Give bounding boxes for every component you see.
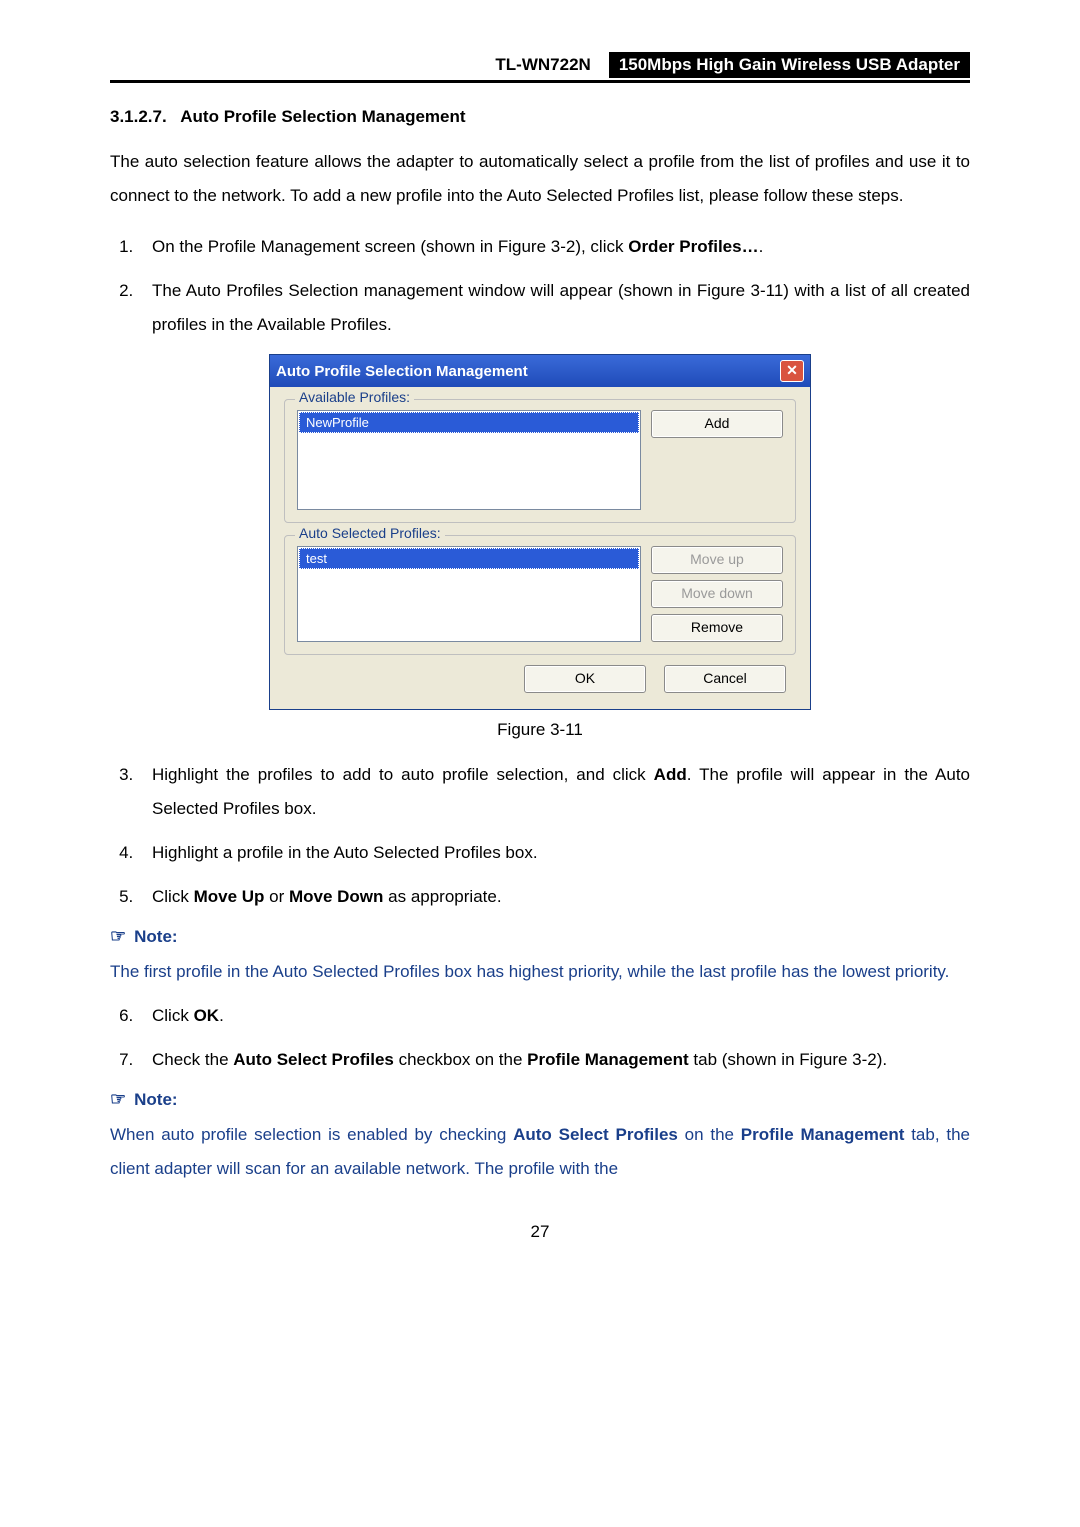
intro-paragraph: The auto selection feature allows the ad…	[110, 145, 970, 213]
step-6: Click OK.	[138, 999, 970, 1033]
dialog-figure: Auto Profile Selection Management ✕ Avai…	[110, 354, 970, 710]
auto-profile-dialog: Auto Profile Selection Management ✕ Avai…	[269, 354, 811, 710]
note-heading-1: ☞ Note:	[110, 926, 970, 947]
pointing-hand-icon: ☞	[110, 926, 126, 947]
available-profiles-listbox[interactable]: NewProfile	[297, 410, 641, 510]
section-number: 3.1.2.7.	[110, 107, 167, 126]
step-4: Highlight a profile in the Auto Selected…	[138, 836, 970, 870]
note-label: Note:	[134, 927, 177, 947]
document-header: 150Mbps High Gain Wireless USB Adapter T…	[110, 50, 970, 83]
move-up-button[interactable]: Move up	[651, 546, 783, 574]
step-1: On the Profile Management screen (shown …	[138, 230, 970, 264]
note-body-2: When auto profile selection is enabled b…	[110, 1118, 970, 1186]
dialog-title: Auto Profile Selection Management	[276, 363, 528, 380]
list-item[interactable]: test	[299, 548, 639, 569]
note-body-1: The first profile in the Auto Selected P…	[110, 955, 970, 989]
list-item[interactable]: NewProfile	[299, 412, 639, 433]
section-title: Auto Profile Selection Management	[180, 107, 465, 126]
close-icon: ✕	[786, 362, 798, 378]
pointing-hand-icon: ☞	[110, 1089, 126, 1110]
steps-list-1: On the Profile Management screen (shown …	[110, 230, 970, 342]
cancel-button[interactable]: Cancel	[664, 665, 786, 693]
auto-selected-profiles-group: Auto Selected Profiles: test Move up Mov…	[284, 535, 796, 655]
available-profiles-group: Available Profiles: NewProfile Add	[284, 399, 796, 523]
note-heading-2: ☞ Note:	[110, 1089, 970, 1110]
steps-list-3: Click OK. Check the Auto Select Profiles…	[110, 999, 970, 1077]
auto-selected-profiles-legend: Auto Selected Profiles:	[295, 525, 445, 541]
ok-button[interactable]: OK	[524, 665, 646, 693]
note-label: Note:	[134, 1090, 177, 1110]
add-button[interactable]: Add	[651, 410, 783, 438]
figure-caption: Figure 3-11	[110, 720, 970, 740]
auto-selected-profiles-listbox[interactable]: test	[297, 546, 641, 642]
remove-button[interactable]: Remove	[651, 614, 783, 642]
step-3: Highlight the profiles to add to auto pr…	[138, 758, 970, 826]
step-5: Click Move Up or Move Down as appropriat…	[138, 880, 970, 914]
step-2: The Auto Profiles Selection management w…	[138, 274, 970, 342]
page-number: 27	[110, 1222, 970, 1242]
step-7: Check the Auto Select Profiles checkbox …	[138, 1043, 970, 1077]
steps-list-2: Highlight the profiles to add to auto pr…	[110, 758, 970, 914]
close-button[interactable]: ✕	[780, 360, 804, 382]
model-number: TL-WN722N	[495, 52, 590, 75]
product-name: 150Mbps High Gain Wireless USB Adapter	[609, 52, 970, 78]
dialog-titlebar: Auto Profile Selection Management ✕	[270, 355, 810, 387]
available-profiles-legend: Available Profiles:	[295, 389, 414, 405]
section-heading: 3.1.2.7. Auto Profile Selection Manageme…	[110, 107, 970, 127]
move-down-button[interactable]: Move down	[651, 580, 783, 608]
